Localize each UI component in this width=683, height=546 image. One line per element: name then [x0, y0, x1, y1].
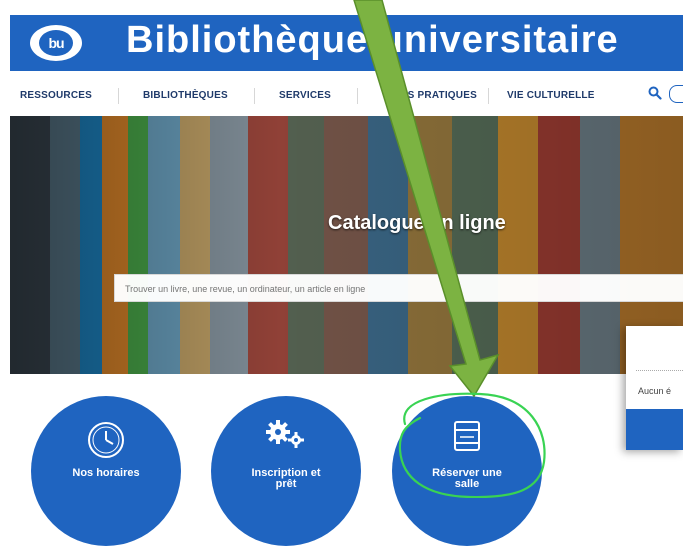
gears-icon: [266, 420, 304, 448]
room-booking-icon: [454, 421, 480, 451]
tile-label-line2: salle: [454, 478, 480, 490]
tile-label-line2: prêt: [275, 478, 297, 490]
search-icon[interactable]: [648, 86, 662, 100]
header: bu Bibliothèque universitaire: [0, 0, 683, 71]
tile-label: Nos horaires: [72, 467, 140, 479]
catalogue-search-input[interactable]: [115, 275, 683, 303]
nav-item-services[interactable]: SERVICES: [279, 90, 331, 101]
popup-message: Aucun é: [638, 386, 672, 396]
notification-popup: Aucun é: [626, 326, 683, 450]
clock-icon: [88, 422, 124, 458]
nav-divider: [118, 88, 119, 104]
catalogue-heading: Catalogue en ligne: [328, 212, 506, 234]
nav-item-ressources[interactable]: RESSOURCES: [20, 90, 92, 101]
tile-nos-horaires[interactable]: Nos horaires: [31, 396, 181, 546]
site-title: Bibliothèque universitaire: [126, 19, 619, 61]
nav-divider: [254, 88, 255, 104]
nav-item-infos-pratiques[interactable]: INFOS PRATIQUES: [383, 90, 477, 101]
header-banner: bu Bibliothèque universitaire: [10, 15, 683, 71]
nav-item-bibliotheques[interactable]: BIBLIOTHÈQUES: [143, 90, 228, 101]
popup-action-button[interactable]: [626, 409, 683, 450]
bu-logo-mark: bu: [39, 30, 73, 56]
tile-inscription-pret[interactable]: Inscription et prêt: [211, 396, 361, 546]
bu-logo[interactable]: bu: [30, 25, 82, 61]
nav-divider: [357, 88, 358, 104]
catalogue-search-field[interactable]: [114, 274, 683, 303]
nav-item-vie-culturelle[interactable]: VIE CULTURELLE: [507, 90, 595, 101]
nav-divider: [488, 88, 489, 104]
tile-reserver-salle[interactable]: Réserver une salle: [392, 396, 542, 546]
main-nav: RESSOURCES BIBLIOTHÈQUES SERVICES INFOS …: [0, 84, 683, 110]
search-toggle[interactable]: [669, 85, 683, 103]
hero-banner: Catalogue en ligne: [10, 116, 683, 374]
popup-divider: [636, 370, 683, 371]
